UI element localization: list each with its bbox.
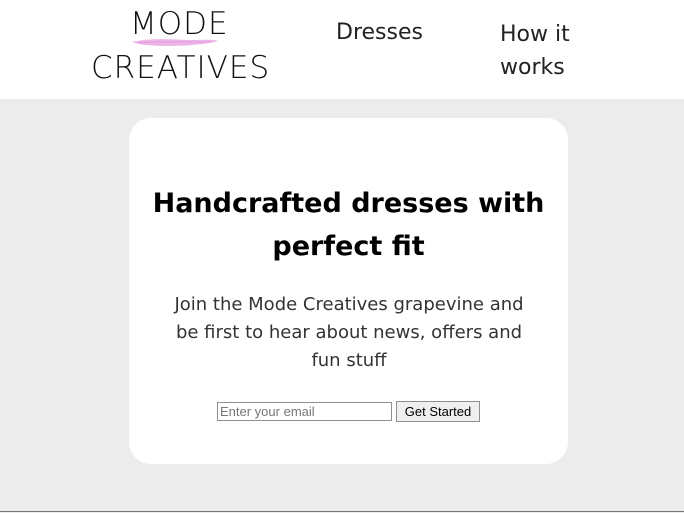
nav-link-how-it-works[interactable]: How it works (500, 18, 590, 84)
nav-link-dresses[interactable]: Dresses (336, 18, 423, 48)
site-header: MODE CREATIVES Dresses How it works (0, 0, 684, 99)
hero-headline: Handcrafted dresses with perfect fit (152, 188, 545, 262)
page-divider (0, 511, 684, 512)
email-input[interactable] (217, 402, 392, 421)
brush-stroke-icon (132, 39, 218, 46)
get-started-button[interactable]: Get Started (396, 401, 480, 422)
signup-card: Handcrafted dresses with perfect fit Joi… (129, 118, 568, 464)
logo-text-creatives: CREATIVES (91, 50, 271, 86)
brand-logo[interactable]: MODE CREATIVES (90, 6, 269, 88)
hero-subtext: Join the Mode Creatives grapevine and be… (174, 294, 524, 371)
